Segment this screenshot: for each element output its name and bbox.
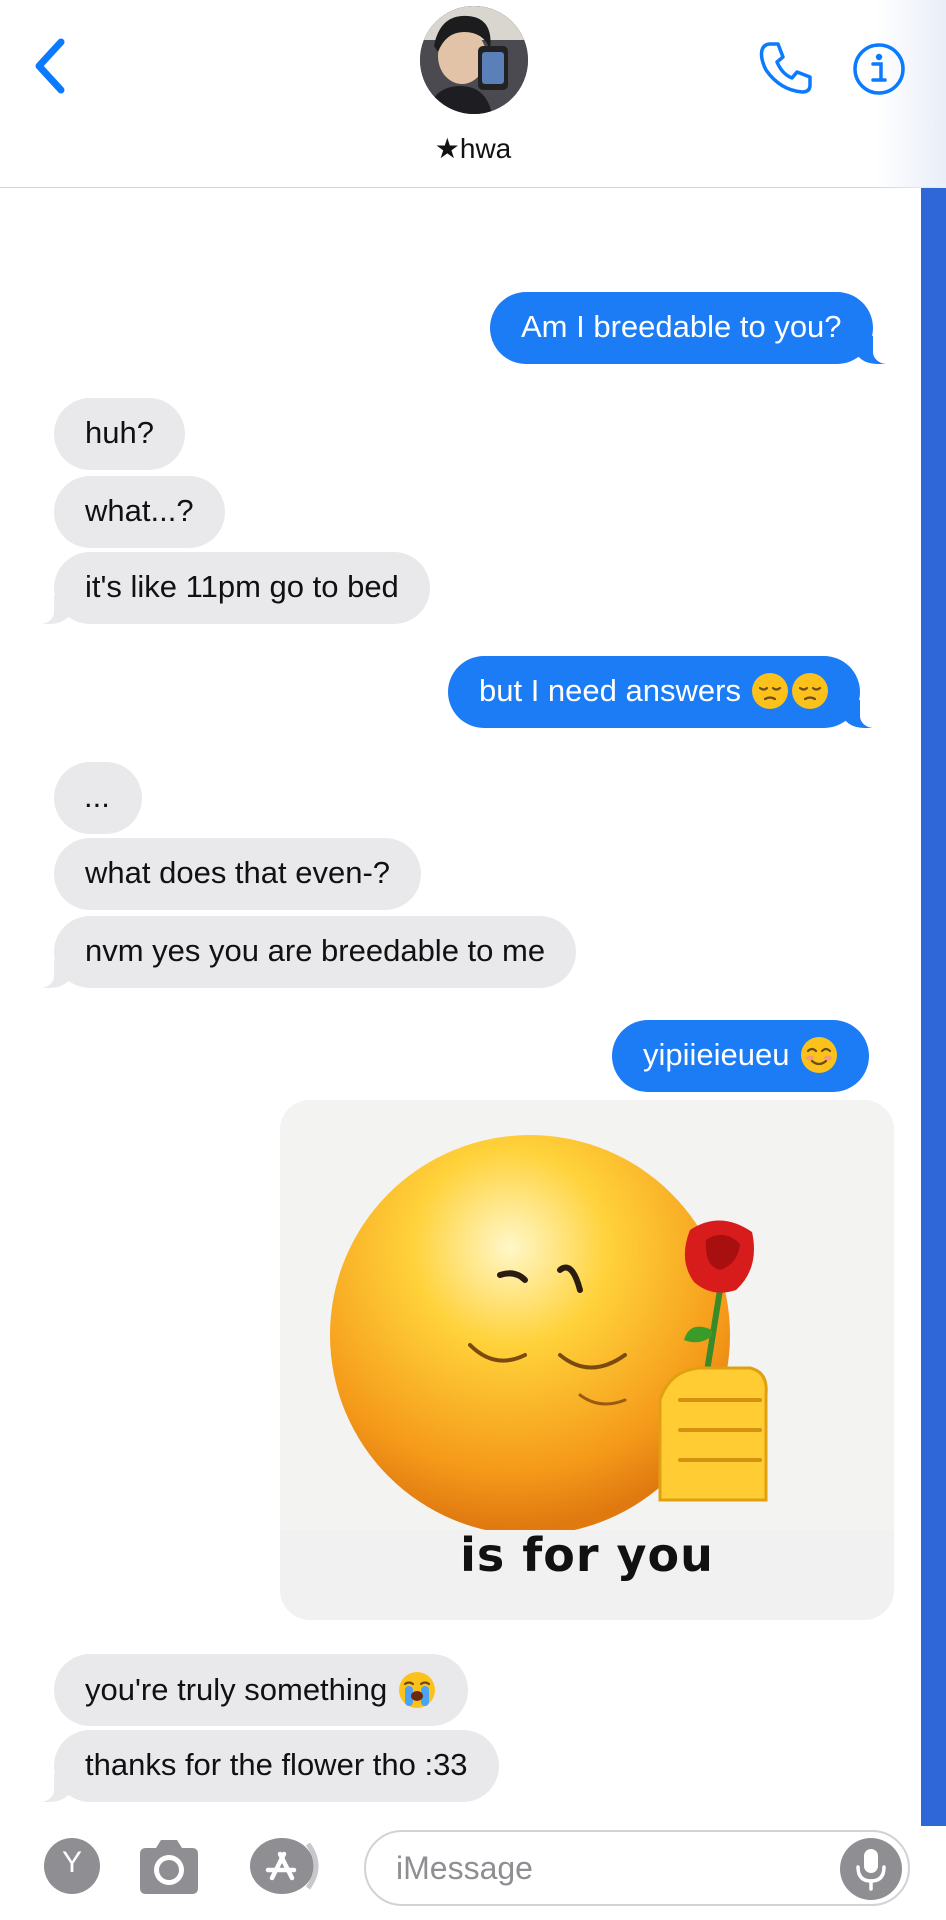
smiling-emoji-with-rose-image	[280, 1100, 894, 1530]
message-received[interactable]: ...	[54, 762, 142, 834]
conversation-header: ★hwa	[0, 0, 946, 188]
message-received[interactable]: what does that even-?	[54, 838, 422, 910]
message-text: thanks for the flower tho :33	[85, 1747, 468, 1782]
app-store-icon	[250, 1838, 319, 1894]
contact-avatar[interactable]	[420, 6, 528, 114]
image-message[interactable]: is for you	[280, 1100, 894, 1620]
message-sent[interactable]: but I need answers	[448, 656, 882, 728]
chevron-left-icon	[35, 38, 65, 94]
message-text: Am I breedable to you?	[521, 309, 842, 344]
loudly-crying-face-icon	[399, 1672, 436, 1708]
dictation-button[interactable]	[840, 1838, 902, 1900]
message-sent[interactable]: yipiieieueu	[612, 1020, 869, 1092]
avatar-photo	[420, 6, 528, 114]
message-received[interactable]: nvm yes you are breedable to me	[31, 916, 577, 988]
camera-icon	[140, 1840, 198, 1894]
message-text: ...	[84, 779, 110, 814]
phone-icon	[759, 42, 812, 94]
message-received[interactable]: it's like 11pm go to bed	[32, 552, 430, 624]
message-text: what...?	[85, 493, 194, 528]
image-caption: is for you	[460, 1528, 714, 1582]
app-store-button[interactable]	[246, 1834, 328, 1903]
message-text: you're truly something	[85, 1672, 388, 1707]
message-sent[interactable]: Am I breedable to you?	[490, 292, 895, 364]
message-text: huh?	[85, 415, 154, 450]
edge-strip	[921, 188, 946, 1826]
message-input-placeholder: iMessage	[396, 1850, 533, 1886]
message-received[interactable]: thanks for the flower tho :33	[32, 1730, 499, 1802]
call-button[interactable]	[756, 38, 816, 98]
contact-name[interactable]: ★hwa	[0, 132, 946, 165]
message-text: yipiieieueu	[643, 1037, 790, 1072]
smiling-face-icon	[800, 1037, 837, 1073]
message-received[interactable]: you're truly something	[54, 1654, 469, 1726]
pensive-face-icon	[751, 673, 788, 709]
app-avatar-letter: Y	[61, 1846, 82, 1879]
info-button[interactable]	[852, 42, 906, 96]
microphone-icon	[856, 1849, 886, 1891]
back-button[interactable]	[30, 36, 70, 96]
message-received[interactable]: huh?	[54, 398, 185, 470]
message-received[interactable]: what...?	[54, 476, 225, 548]
message-text: but I need answers	[479, 673, 741, 708]
message-text: what does that even-?	[85, 855, 391, 890]
pensive-face-icon	[791, 673, 828, 709]
app-drawer-button[interactable]: Y	[40, 1834, 104, 1903]
message-input[interactable]: iMessage	[364, 1830, 910, 1906]
message-text: nvm yes you are breedable to me	[85, 933, 546, 968]
composer-toolbar: Y iMessage	[0, 1826, 946, 1920]
message-text: it's like 11pm go to bed	[85, 569, 399, 604]
info-icon	[853, 43, 905, 95]
camera-button[interactable]	[134, 1834, 204, 1903]
